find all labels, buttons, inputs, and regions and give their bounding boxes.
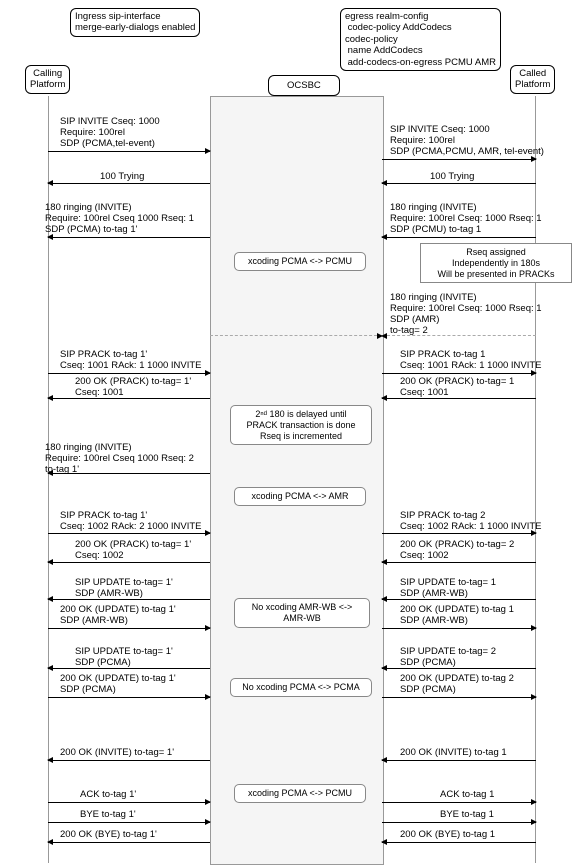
- msg-180-l2: 180 ringing (INVITE)Require: 100rel Cseq…: [45, 443, 194, 476]
- arrow: [48, 151, 210, 152]
- note-noxcode2: No xcoding PCMA <-> PCMA: [230, 678, 372, 697]
- msg-bye-r: BYE to-tag 1: [440, 810, 494, 821]
- msg-ack-l: ACK to-tag 1': [80, 790, 136, 801]
- arrow: [382, 842, 536, 843]
- msg-200prack-l2: 200 OK (PRACK) to-tag= 1'Cseq: 1002: [75, 540, 191, 562]
- arrow: [48, 533, 210, 534]
- msg-update-r2: SIP UPDATE to-tag= 2SDP (PCMA): [400, 647, 496, 669]
- msg-ack-r: ACK to-tag 1: [440, 790, 494, 801]
- msg-200update-l2: 200 OK (UPDATE) to-tag 1'SDP (PCMA): [60, 674, 176, 696]
- arrow: [382, 183, 536, 184]
- msg-200update-r1: 200 OK (UPDATE) to-tag 1SDP (AMR-WB): [400, 605, 514, 627]
- arrow: [48, 237, 210, 238]
- msg-200prack-l1: 200 OK (PRACK) to-tag= 1'Cseq: 1001: [75, 377, 191, 399]
- arrow: [48, 822, 210, 823]
- arrow: [48, 760, 210, 761]
- msg-200prack-r1: 200 OK (PRACK) to-tag= 1Cseq: 1001: [400, 377, 514, 399]
- msg-bye-l: BYE to-tag 1': [80, 810, 136, 821]
- ocsbc-header: OCSBC: [268, 75, 340, 96]
- msg-200update-r2: 200 OK (UPDATE) to-tag 2SDP (PCMA): [400, 674, 514, 696]
- msg-update-r1: SIP UPDATE to-tag= 1SDP (AMR-WB): [400, 578, 496, 600]
- msg-200prack-r2: 200 OK (PRACK) to-tag= 2Cseq: 1002: [400, 540, 514, 562]
- arrow: [48, 628, 210, 629]
- msg-200bye-l: 200 OK (BYE) to-tag 1': [60, 830, 157, 841]
- msg-update-l2: SIP UPDATE to-tag= 1'SDP (PCMA): [75, 647, 173, 669]
- arrow: [48, 183, 210, 184]
- msg-200update-l1: 200 OK (UPDATE) to-tag 1'SDP (AMR-WB): [60, 605, 176, 627]
- arrow: [382, 760, 536, 761]
- ingress-config-box: Ingress sip-interfacemerge-early-dialogs…: [70, 8, 200, 37]
- msg-200invite-r: 200 OK (INVITE) to-tag 1: [400, 748, 507, 759]
- msg-invite-l: SIP INVITE Cseq: 1000Require: 100relSDP …: [60, 117, 160, 150]
- arrow: [382, 628, 536, 629]
- calling-platform-header: CallingPlatform: [25, 65, 70, 94]
- arrow: [382, 237, 536, 238]
- msg-200bye-r: 200 OK (BYE) to-tag 1: [400, 830, 495, 841]
- note-xcode2: xcoding PCMA <-> AMR: [234, 487, 366, 506]
- msg-200invite-l: 200 OK (INVITE) to-tag= 1': [60, 748, 174, 759]
- note-xcode1: xcoding PCMA <-> PCMU: [234, 252, 366, 271]
- msg-180-r1: 180 ringing (INVITE)Require: 100rel Cseq…: [390, 203, 542, 236]
- ocsbc-bar: [210, 96, 384, 865]
- msg-180-l1: 180 ringing (INVITE)Require: 100rel Cseq…: [45, 203, 194, 236]
- arrow: [48, 373, 210, 374]
- called-platform-header: CalledPlatform: [510, 65, 555, 94]
- note-delay: 2ⁿᵈ 180 is delayed untilPRACK transactio…: [230, 405, 372, 445]
- arrow: [382, 697, 536, 698]
- arrow: [382, 562, 536, 563]
- arrow: [382, 159, 536, 160]
- egress-config-box: egress realm-config codec-policy AddCode…: [340, 8, 501, 71]
- arrow: [48, 697, 210, 698]
- arrow: [382, 533, 536, 534]
- arrow: [48, 802, 210, 803]
- msg-invite-r: SIP INVITE Cseq: 1000Require: 100relSDP …: [390, 125, 544, 158]
- arrow: [382, 373, 536, 374]
- note-rseq: Rseq assignedIndependently in 180sWill b…: [420, 243, 572, 283]
- note-noxcode1: No xcoding AMR-WB <->AMR-WB: [234, 598, 370, 628]
- msg-prack-r1: SIP PRACK to-tag 1Cseq: 1001 RAck: 1 100…: [400, 350, 542, 372]
- msg-prack-l1: SIP PRACK to-tag 1'Cseq: 1001 RAck: 1 10…: [60, 350, 202, 372]
- msg-100-r: 100 Trying: [430, 172, 474, 183]
- msg-180-r2: 180 ringing (INVITE)Require: 100rel Cseq…: [390, 293, 542, 337]
- note-xcode3: xcoding PCMA <-> PCMU: [234, 784, 366, 803]
- arrow: [48, 562, 210, 563]
- arrow: [48, 842, 210, 843]
- msg-prack-l2: SIP PRACK to-tag 1'Cseq: 1002 RAck: 2 10…: [60, 511, 202, 533]
- arrow: [382, 822, 536, 823]
- msg-prack-r2: SIP PRACK to-tag 2Cseq: 1002 RAck: 1 100…: [400, 511, 542, 533]
- msg-update-l1: SIP UPDATE to-tag= 1'SDP (AMR-WB): [75, 578, 173, 600]
- msg-100-l: 100 Trying: [100, 172, 144, 183]
- arrow: [382, 802, 536, 803]
- arrow: [210, 335, 382, 337]
